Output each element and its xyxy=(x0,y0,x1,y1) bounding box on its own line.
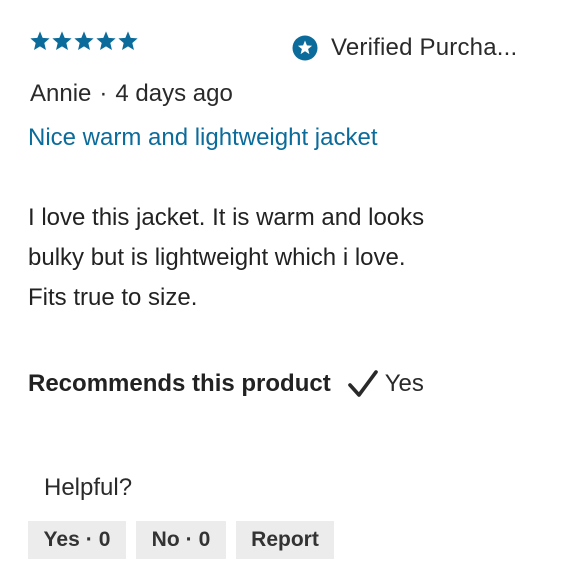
star-icon xyxy=(73,30,95,52)
star-icon xyxy=(117,30,139,52)
review-date: 4 days ago xyxy=(115,80,233,107)
meta-separator: · xyxy=(99,80,108,107)
star-rating xyxy=(29,30,139,52)
recommend-value: Yes xyxy=(384,370,424,397)
review-body-line: Fits true to size. xyxy=(28,284,198,311)
review-body: I love this jacket. It is warm and looks… xyxy=(28,198,478,318)
star-icon xyxy=(51,30,73,52)
recommendation: Recommends this product Yes xyxy=(28,368,424,400)
review-body-line: I love this jacket. It is warm and looks xyxy=(28,204,425,231)
helpful-no-separator: · xyxy=(185,528,193,551)
helpful-yes-button[interactable]: Yes · 0 xyxy=(28,521,126,559)
verified-purchase-badge: Verified Purcha... xyxy=(292,34,517,62)
star-badge-icon xyxy=(292,35,318,61)
helpful-yes-separator: · xyxy=(85,528,93,551)
helpful-label: Helpful? xyxy=(44,474,133,501)
author-name: Annie xyxy=(30,80,92,107)
report-label: Report xyxy=(251,528,319,551)
review-card: Verified Purcha... Annie · 4 days ago Nice… xyxy=(0,0,580,580)
verified-label: Verified Purcha... xyxy=(331,34,518,61)
star-icon xyxy=(29,30,51,52)
star-icon xyxy=(95,30,117,52)
helpful-no-count: 0 xyxy=(198,528,211,551)
report-button[interactable]: Report xyxy=(236,521,334,559)
review-body-line: bulky but is lightweight which i love. xyxy=(28,244,406,271)
helpful-yes-label: Yes xyxy=(43,528,80,551)
helpful-no-label: No xyxy=(151,528,180,551)
review-title: Nice warm and lightweight jacket xyxy=(28,124,378,151)
review-meta: Annie · 4 days ago xyxy=(30,80,233,108)
helpful-yes-count: 0 xyxy=(98,528,111,551)
helpful-no-button[interactable]: No · 0 xyxy=(136,521,226,559)
recommend-label: Recommends this product xyxy=(28,370,331,397)
helpful-actions: Yes · 0 No · 0 Report xyxy=(28,521,334,559)
checkmark-icon xyxy=(347,368,379,400)
